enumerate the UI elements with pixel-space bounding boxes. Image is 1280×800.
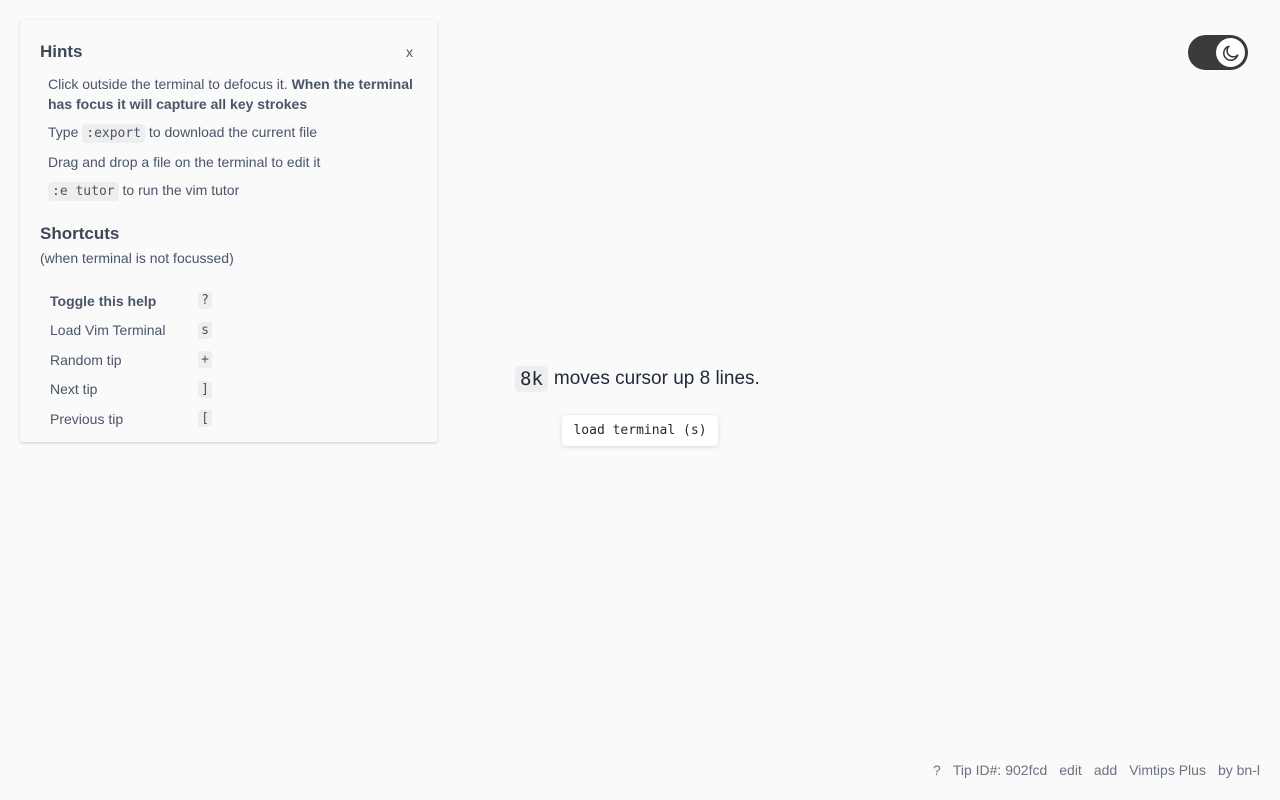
shortcut-label: Next tip (50, 381, 98, 398)
close-hints-button[interactable]: x (406, 44, 413, 60)
tip-id: Tip ID#: 902fcd (952, 762, 1048, 778)
hint-code: :e tutor (48, 182, 119, 201)
hint-item: :e tutor to run the vim tutor (48, 180, 417, 202)
shortcuts-subtitle: (when terminal is not focussed) (40, 250, 234, 266)
hint-item: Click outside the terminal to defocus it… (48, 74, 417, 114)
hint-list: Click outside the terminal to defocus it… (40, 74, 417, 202)
footer: ? Tip ID#: 902fcd edit add Vimtips Plus … (933, 762, 1260, 778)
shortcut-row: Next tip ] (50, 375, 417, 405)
shortcut-row: Random tip + (50, 345, 417, 375)
shortcut-label: Random tip (50, 351, 122, 368)
tip-text: moves cursor up 8 lines. (553, 368, 760, 389)
shortcut-row: Load Vim Terminal s (50, 316, 417, 346)
page: Hints x Click outside the terminal to de… (0, 0, 1280, 800)
hints-title: Hints (40, 42, 83, 61)
toggle-knob (1216, 38, 1245, 67)
hint-item: Type :export to download the current fil… (48, 122, 417, 144)
shortcut-table: Toggle this help ? Load Vim Terminal s R… (40, 286, 417, 434)
help-link[interactable]: ? (933, 762, 941, 778)
edit-link[interactable]: edit (1059, 762, 1082, 778)
hint-text: to run the vim tutor (118, 182, 240, 198)
load-terminal-button[interactable]: load terminal (s) (562, 415, 718, 446)
hint-text: Drag and drop a file on the terminal to … (48, 154, 321, 170)
shortcut-key: [ (198, 410, 212, 428)
shortcut-label: Previous tip (50, 410, 124, 427)
vimtips-plus-link[interactable]: Vimtips Plus (1129, 762, 1206, 778)
shortcut-key: ? (198, 292, 212, 310)
shortcut-key: s (198, 321, 212, 339)
shortcut-row: Toggle this help ? (50, 286, 417, 316)
tip-line: 8k moves cursor up 8 lines. (515, 366, 760, 392)
shortcut-label: Load Vim Terminal (50, 322, 166, 339)
shortcut-row: Previous tip [ (50, 404, 417, 434)
add-link[interactable]: add (1094, 762, 1117, 778)
shortcut-key: ] (198, 380, 212, 398)
theme-toggle[interactable] (1188, 35, 1248, 70)
hint-code: :export (82, 124, 146, 143)
shortcut-key: + (198, 351, 212, 369)
hints-header: Hints x (40, 42, 417, 64)
hint-text: to download the current file (145, 124, 318, 140)
hints-panel: Hints x Click outside the terminal to de… (20, 20, 437, 442)
shortcuts-title: Shortcuts (40, 224, 120, 243)
tip-code: 8k (515, 366, 548, 392)
hint-item: Drag and drop a file on the terminal to … (48, 152, 417, 172)
hint-text: Click outside the terminal to defocus it… (48, 76, 292, 92)
author-link[interactable]: by bn-l (1218, 762, 1260, 778)
hint-text: Type (48, 124, 83, 140)
moon-icon (1222, 45, 1238, 61)
shortcut-label: Toggle this help (50, 292, 157, 309)
